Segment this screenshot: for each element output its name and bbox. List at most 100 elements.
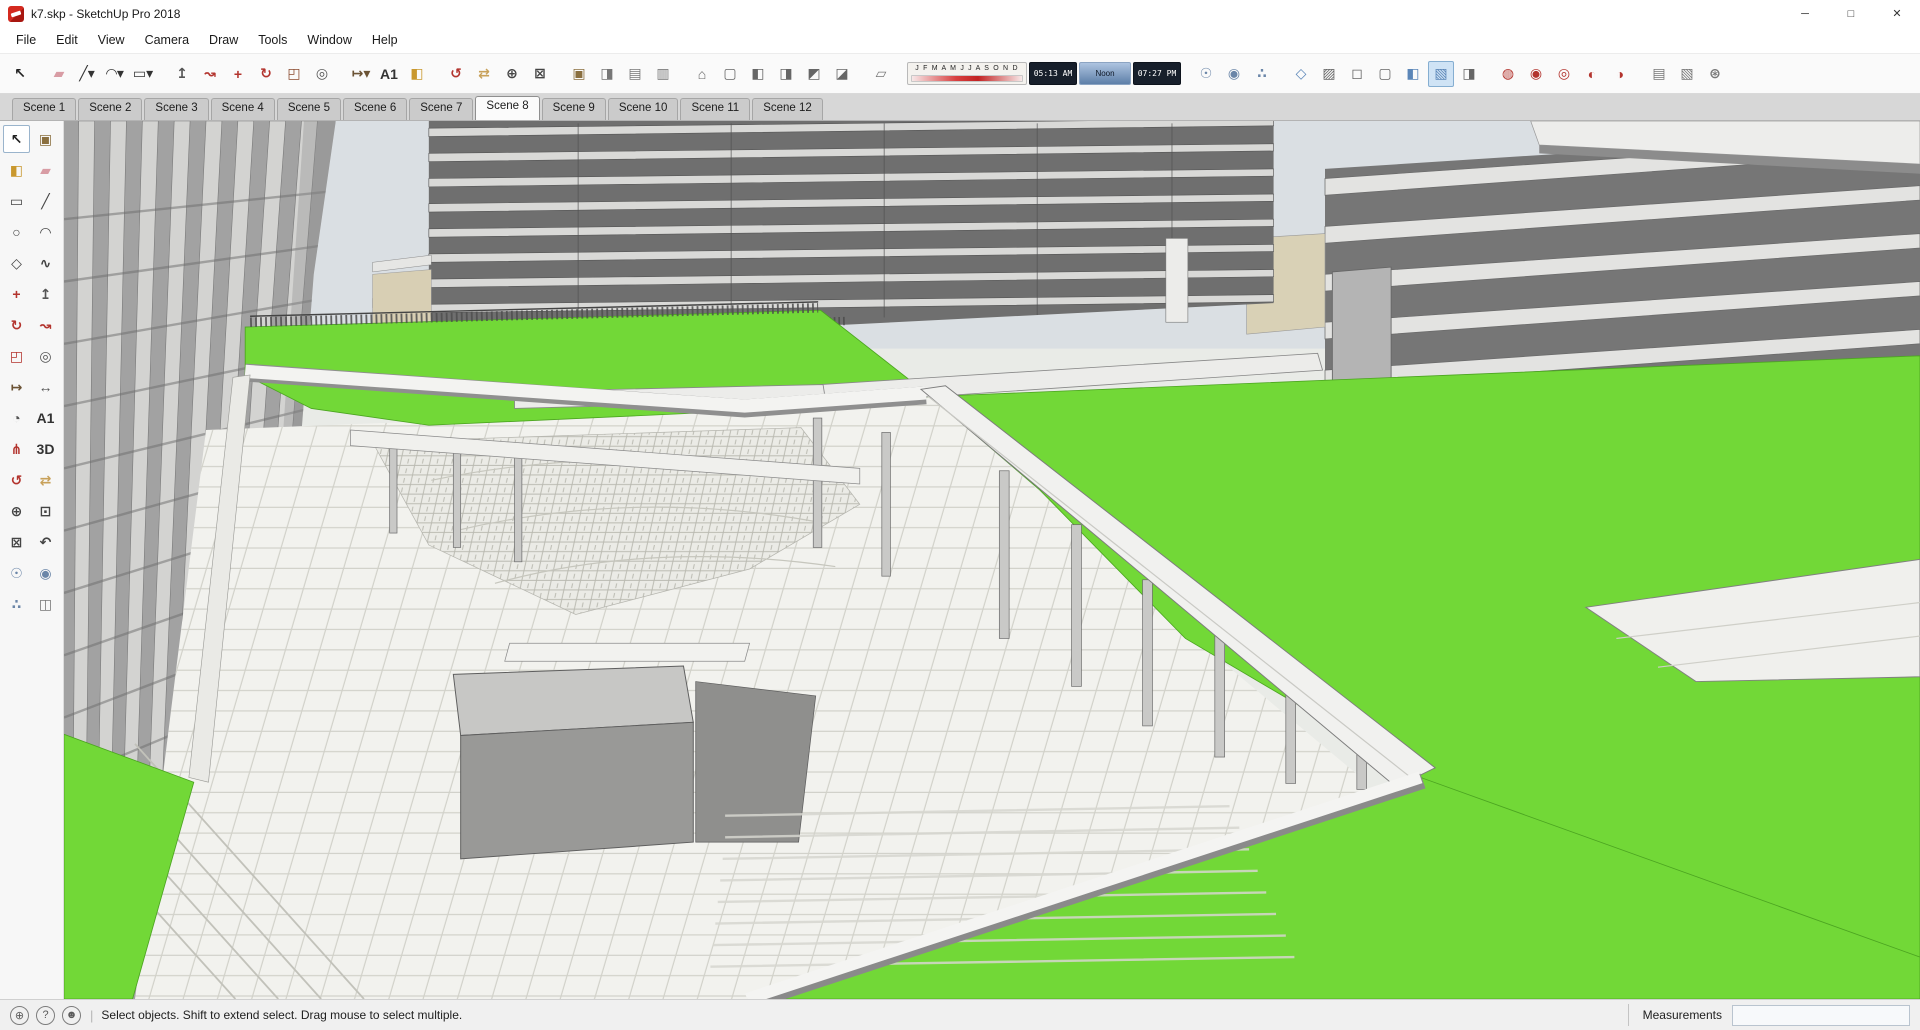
tool-text-icon[interactable]: A1 <box>32 404 59 432</box>
monochrome-icon[interactable]: ◨ <box>1456 61 1482 87</box>
scene-tab-6[interactable]: Scene 6 <box>343 98 408 120</box>
scene-tab-4[interactable]: Scene 4 <box>210 98 275 120</box>
tool-arc-icon[interactable]: ◠ <box>32 218 59 246</box>
close-button[interactable]: ✕ <box>1874 0 1920 27</box>
menu-draw[interactable]: Draw <box>199 29 248 51</box>
menu-file[interactable]: File <box>6 29 46 51</box>
hidden-line-icon[interactable]: ▢ <box>1372 61 1398 87</box>
scene-tab-7[interactable]: Scene 7 <box>409 98 474 120</box>
preferences-icon[interactable]: ⊛ <box>1702 61 1728 87</box>
line-icon[interactable]: ╱▾ <box>74 61 100 87</box>
tool-offset-icon[interactable]: ◎ <box>32 342 59 370</box>
scene-tab-1[interactable]: Scene 1 <box>12 98 77 120</box>
maximize-button[interactable]: □ <box>1828 0 1874 27</box>
view-front-icon[interactable]: ◧ <box>745 61 771 87</box>
shadows-toggle-icon[interactable]: ▱ <box>868 61 894 87</box>
zoom-icon[interactable]: ⊕ <box>499 61 525 87</box>
shadow-month-slider[interactable]: J F M A M J J A S O N D <box>907 62 1027 85</box>
view-top-icon[interactable]: ▢ <box>717 61 743 87</box>
view-right-icon[interactable]: ◨ <box>773 61 799 87</box>
instructor-icon[interactable]: ▧ <box>1674 61 1700 87</box>
view-iso-icon[interactable]: ⌂ <box>689 61 715 87</box>
text-icon[interactable]: A1 <box>376 61 402 87</box>
tool-polygon-icon[interactable]: ◇ <box>3 249 30 277</box>
tool-scale-icon[interactable]: ◰ <box>3 342 30 370</box>
position-camera-icon[interactable]: ☉ <box>1193 61 1219 87</box>
back-edges-icon[interactable]: ▨ <box>1316 61 1342 87</box>
subtract-icon[interactable]: ◐ <box>1579 61 1605 87</box>
tool-follow-me-icon[interactable]: ↝ <box>32 311 59 339</box>
materials-icon[interactable]: ▤ <box>622 61 648 87</box>
tool-freehand-icon[interactable]: ∿ <box>32 249 59 277</box>
tool-walk-icon[interactable]: ∴ <box>3 590 30 618</box>
union-icon[interactable]: ◎ <box>1551 61 1577 87</box>
tool-axes-icon[interactable]: ⋔ <box>3 435 30 463</box>
tool-eraser-icon[interactable]: ▰ <box>32 156 59 184</box>
make-component-icon[interactable]: ▣ <box>566 61 592 87</box>
orbit-icon[interactable]: ↺ <box>443 61 469 87</box>
tool-protractor-icon[interactable]: ◔ <box>3 404 30 432</box>
walk-icon[interactable]: ∴ <box>1249 61 1275 87</box>
menu-camera[interactable]: Camera <box>135 29 199 51</box>
shadow-time-start[interactable]: 05:13 AM <box>1029 62 1077 85</box>
tool-line-icon[interactable]: ╱ <box>32 187 59 215</box>
tool-zoom-window-icon[interactable]: ⊡ <box>32 497 59 525</box>
shapes-icon[interactable]: ▭▾ <box>130 61 156 87</box>
shaded-with-textures-icon[interactable]: ▧ <box>1428 60 1454 87</box>
outer-shell-icon[interactable]: ◍ <box>1495 61 1521 87</box>
menu-edit[interactable]: Edit <box>46 29 88 51</box>
tool-rectangle-icon[interactable]: ▭ <box>3 187 30 215</box>
offset-icon[interactable]: ◎ <box>309 61 335 87</box>
minimize-button[interactable]: ─ <box>1782 0 1828 27</box>
tool-position-camera-icon[interactable]: ☉ <box>3 559 30 587</box>
shadow-time-slider[interactable]: Noon <box>1079 62 1131 85</box>
shadow-time-end[interactable]: 07:27 PM <box>1133 62 1181 85</box>
rotate-icon[interactable]: ↻ <box>253 61 279 87</box>
scale-icon[interactable]: ◰ <box>281 61 307 87</box>
menu-view[interactable]: View <box>88 29 135 51</box>
eraser-icon[interactable]: ▰ <box>46 61 72 87</box>
tool-previous-icon[interactable]: ↶ <box>32 528 59 556</box>
measurements-input[interactable] <box>1732 1004 1910 1026</box>
tool-tape-measure-icon[interactable]: ↦ <box>3 373 30 401</box>
tool-paint-bucket-icon[interactable]: ◧ <box>3 156 30 184</box>
model-info-icon[interactable]: ▤ <box>1646 61 1672 87</box>
tool-dimension-icon[interactable]: ↔ <box>32 373 59 401</box>
trim-icon[interactable]: ◑ <box>1607 61 1633 87</box>
model-viewport[interactable] <box>64 121 1920 999</box>
tool-orbit-icon[interactable]: ↺ <box>3 466 30 494</box>
arc-icon[interactable]: ◠▾ <box>102 61 128 87</box>
user-icon[interactable]: ☻ <box>62 1005 81 1025</box>
help-icon[interactable]: ? <box>36 1005 55 1025</box>
view-left-icon[interactable]: ◪ <box>829 61 855 87</box>
follow-me-icon[interactable]: ↝ <box>197 61 223 87</box>
tool-rotate-icon[interactable]: ↻ <box>3 311 30 339</box>
zoom-extents-icon[interactable]: ⊠ <box>527 61 553 87</box>
tool-3d-text-icon[interactable]: 3D <box>32 435 59 463</box>
x-ray-icon[interactable]: ◇ <box>1288 61 1314 87</box>
look-around-icon[interactable]: ◉ <box>1221 61 1247 87</box>
tool-zoom-extents-icon[interactable]: ⊠ <box>3 528 30 556</box>
geolocation-icon[interactable]: ⊕ <box>10 1005 29 1025</box>
menu-tools[interactable]: Tools <box>248 29 297 51</box>
viewport-3d-scene[interactable] <box>64 121 1920 999</box>
menu-window[interactable]: Window <box>297 29 361 51</box>
tape-measure-icon[interactable]: ↦▾ <box>348 61 374 87</box>
tool-circle-icon[interactable]: ○ <box>3 218 30 246</box>
components-icon[interactable]: ◨ <box>594 61 620 87</box>
tool-push-pull-icon[interactable]: ↥ <box>32 280 59 308</box>
scene-tab-12[interactable]: Scene 12 <box>752 98 823 120</box>
intersect-icon[interactable]: ◉ <box>1523 61 1549 87</box>
pan-icon[interactable]: ⇄ <box>471 61 497 87</box>
wireframe-icon[interactable]: ◻ <box>1344 61 1370 87</box>
view-back-icon[interactable]: ◩ <box>801 61 827 87</box>
scene-tab-3[interactable]: Scene 3 <box>144 98 209 120</box>
select-icon[interactable]: ↖ <box>7 61 33 87</box>
styles-icon[interactable]: ▥ <box>650 61 676 87</box>
tool-zoom-icon[interactable]: ⊕ <box>3 497 30 525</box>
tool-select-icon[interactable]: ↖ <box>3 125 30 153</box>
paint-bucket-icon[interactable]: ◧ <box>404 61 430 87</box>
scene-tab-8[interactable]: Scene 8 <box>475 96 540 120</box>
scene-tab-11[interactable]: Scene 11 <box>680 98 751 120</box>
shaded-icon[interactable]: ◧ <box>1400 61 1426 87</box>
